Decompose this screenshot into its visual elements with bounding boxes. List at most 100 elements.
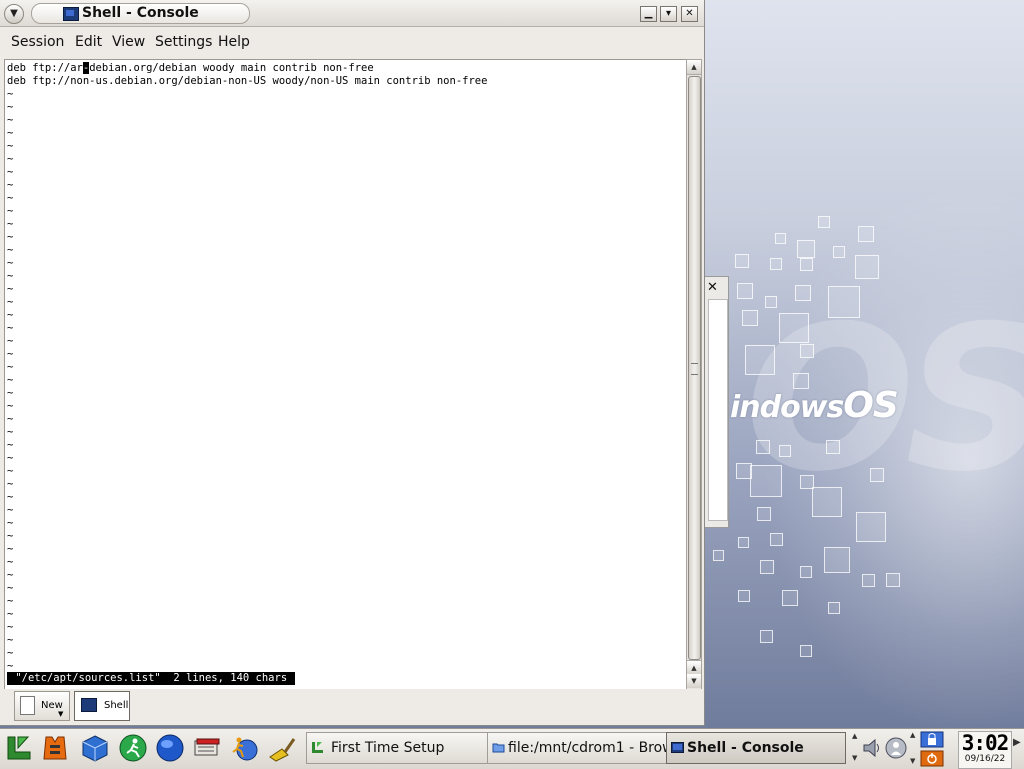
title-bar[interactable]: ▼ Shell - Console ▁ ▾ ✕ [0,0,704,27]
wallpaper-square [800,344,814,358]
network-runner-icon[interactable] [229,733,259,763]
wallpaper-square [818,216,830,228]
close-button[interactable]: ✕ [681,6,698,22]
tilde-marker: ~ [7,543,14,555]
menu-bar: Session Edit View Settings Help [0,27,704,57]
wallpaper-square [757,507,771,521]
grip-icon [691,363,698,375]
tilde-marker: ~ [7,582,14,594]
menu-help[interactable]: Help [218,34,250,50]
tilde-marker: ~ [7,465,14,477]
background-window[interactable]: ✕ [703,276,729,528]
clock[interactable]: 3:02 09/16/22 [958,731,1012,769]
menu-settings[interactable]: Settings [155,34,212,50]
tray-arrows[interactable]: ▲ ▼ [910,731,917,767]
lindows-icon [312,742,323,753]
wallpaper-square [779,445,791,457]
wallpaper-square [775,233,786,244]
task-file-browser[interactable]: file:/mnt/cdrom1 - Browser [487,732,667,764]
tilde-marker: ~ [7,504,14,516]
cleanup-brush-icon[interactable] [266,733,296,763]
wallpaper-square [826,440,840,454]
lock-screen-icon[interactable] [920,731,944,748]
up-arrow-icon[interactable]: ▲ [910,731,917,739]
tilde-marker: ~ [7,322,14,334]
wallpaper-square [870,468,884,482]
wallpaper-square [828,602,840,614]
wallpaper-square [765,296,777,308]
chevron-right-icon[interactable]: ▶ [1013,737,1021,748]
start-menu-icon[interactable] [4,733,34,763]
tilde-marker: ~ [7,127,14,139]
wallpaper-square [738,537,749,548]
scrollbar-thumb[interactable] [688,76,701,660]
wallpaper-square [713,550,724,561]
down-arrow-icon[interactable]: ▼ [910,757,917,765]
tilde-marker: ~ [7,478,14,490]
session-tabbar: New ▼ Shell [0,689,704,725]
terminal-icon [63,7,79,21]
life-vest-icon[interactable] [40,733,70,763]
wallpaper-square [800,258,813,271]
tilde-marker: ~ [7,647,14,659]
globe-icon[interactable] [155,733,185,763]
tilde-marker: ~ [7,192,14,204]
power-icon[interactable] [920,750,944,767]
vim-status-line: "/etc/apt/sources.list" 2 lines, 140 cha… [7,672,296,685]
tilde-marker: ~ [7,179,14,191]
wallpaper-square [782,590,798,606]
tilde-marker: ~ [7,205,14,217]
down-arrow-icon[interactable]: ▼ [852,754,860,762]
minimize-button[interactable]: ▁ [640,6,657,22]
terminal-area[interactable]: deb ftp://ar-debian.org/debian woody mai… [4,59,688,691]
console-window: ▼ Shell - Console ▁ ▾ ✕ Session Edit Vie… [0,0,705,726]
user-icon[interactable] [885,736,907,760]
up-arrow-icon[interactable]: ▲ [852,732,860,740]
tilde-marker: ~ [7,400,14,412]
vertical-scrollbar[interactable]: ▲ ▲ ▼ [686,59,702,691]
clock-time: 3:02 [961,731,1010,755]
speaker-icon[interactable] [861,736,883,760]
task-label: First Time Setup [331,740,445,756]
tray-scroll-arrows[interactable]: ▲ ▼ [852,732,860,766]
menu-view[interactable]: View [112,34,145,50]
runner-icon[interactable] [118,733,148,763]
tilde-marker: ~ [7,530,14,542]
wallpaper-square [745,345,775,375]
new-document-icon [20,696,35,715]
terminal-line: deb ftp://ar-debian.org/debian woody mai… [7,62,374,75]
cube-icon[interactable] [80,733,110,763]
session-tab-shell[interactable]: Shell [74,691,130,721]
tilde-marker: ~ [7,595,14,607]
tilde-marker: ~ [7,452,14,464]
task-shell-console[interactable]: Shell - Console [666,732,846,764]
tilde-marker: ~ [7,257,14,269]
tilde-marker: ~ [7,569,14,581]
mail-icon[interactable] [192,733,222,763]
wallpaper-square [862,574,875,587]
window-title: Shell - Console [82,5,199,21]
tilde-marker: ~ [7,556,14,568]
close-icon[interactable]: ✕ [707,280,718,295]
new-session-button[interactable]: New ▼ [14,691,70,721]
menu-session[interactable]: Session [11,34,64,50]
tilde-marker: ~ [7,608,14,620]
wallpaper-square [770,533,783,546]
terminal-icon [81,698,97,712]
folder-icon [492,743,505,753]
wallpaper-square [856,512,886,542]
maximize-button[interactable]: ▾ [660,6,677,22]
scroll-down-arrow[interactable]: ▼ [687,674,701,688]
tilde-marker: ~ [7,426,14,438]
wallpaper-square [824,547,850,573]
tilde-marker: ~ [7,231,14,243]
wallpaper-square [770,258,782,270]
menu-edit[interactable]: Edit [75,34,102,50]
window-menu-button[interactable]: ▼ [4,4,24,24]
task-first-time-setup[interactable]: First Time Setup [306,732,488,764]
wallpaper-square [779,313,809,343]
scroll-up-arrow[interactable]: ▲ [687,60,701,75]
wallpaper-square [812,487,842,517]
wallpaper-square [795,285,811,301]
tilde-marker: ~ [7,244,14,256]
